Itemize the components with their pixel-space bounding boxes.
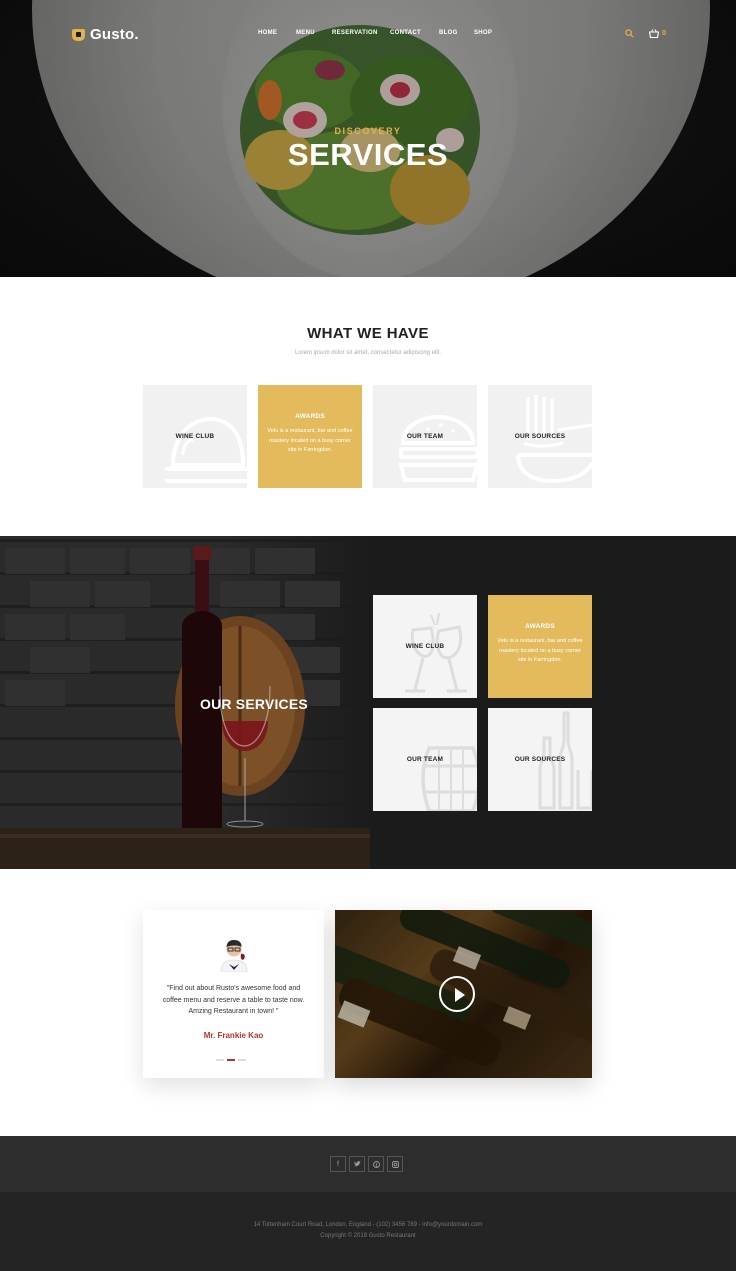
social-links: f (330, 1156, 403, 1172)
card-description: Velu is a restaurant, bar and coffee roa… (267, 428, 353, 453)
card-description: Velu is a restaurant, bar and coffee roa… (497, 638, 583, 663)
wine-scene-image (0, 546, 370, 869)
twitter-icon[interactable] (349, 1156, 365, 1172)
carousel-dots (216, 1059, 246, 1061)
menu-item-menu[interactable]: MENU (296, 30, 315, 36)
testimonial-author: Mr. Frankie Kao (203, 1031, 264, 1040)
logo-text: Gusto. (90, 26, 139, 43)
card-our-team[interactable]: OUR TEAM (373, 385, 477, 488)
pinterest-icon[interactable] (368, 1156, 384, 1172)
top-navigation: Gusto. HOME MENU RESERVATION CONTACT BLO… (0, 24, 736, 46)
footer-copyright: Copyright © 2018 Gusto Restaurant (320, 1233, 416, 1239)
card-awards-dark[interactable]: AWARDS Velu is a restaurant, bar and cof… (488, 595, 592, 698)
play-icon[interactable] (439, 976, 475, 1012)
menu-item-shop[interactable]: SHOP (474, 30, 492, 36)
logo[interactable]: Gusto. (72, 26, 139, 43)
video-player[interactable] (335, 910, 592, 1078)
card-wine-club-dark[interactable]: WINE CLUB (373, 595, 477, 698)
cart-count: 0 (662, 30, 666, 37)
menu-item-contact[interactable]: CONTACT (390, 30, 421, 36)
footer: 14 Tottenham Court Road, London, England… (0, 1192, 736, 1271)
card-our-team-dark[interactable]: OUR TEAM (373, 708, 477, 811)
card-label: OUR SOURCES (514, 756, 566, 763)
hero-title: SERVICES (287, 137, 449, 172)
facebook-icon[interactable]: f (330, 1156, 346, 1172)
card-awards[interactable]: AWARDS Velu is a restaurant, bar and cof… (258, 385, 362, 488)
what-we-have-subtitle: Lorem ipsum dolor sit amet, consectetur … (294, 350, 442, 356)
what-we-have-title: WHAT WE HAVE (307, 325, 429, 342)
instagram-icon[interactable] (387, 1156, 403, 1172)
card-label: OUR TEAM (406, 433, 444, 440)
card-our-sources-dark[interactable]: OUR SOURCES (488, 708, 592, 811)
card-label: OUR TEAM (406, 756, 444, 763)
footer-social-bar: f (0, 1136, 736, 1192)
menu-item-blog[interactable]: BLOG (439, 30, 458, 36)
hero-section: Gusto. HOME MENU RESERVATION CONTACT BLO… (0, 0, 736, 277)
testimonial-card: "Find out about Rusto's awesome food and… (143, 910, 324, 1078)
basket-icon (649, 29, 659, 38)
card-wine-club[interactable]: WINE CLUB (143, 385, 247, 488)
our-services-section (0, 536, 736, 869)
hero-subtitle: DISCOVERY (334, 126, 402, 136)
testimonial-quote: "Find out about Rusto's awesome food and… (162, 985, 305, 1015)
card-label: AWARDS (525, 623, 555, 630)
logo-icon (72, 28, 85, 41)
menu-item-reservation[interactable]: RESERVATION (332, 30, 378, 36)
our-services-title: OUR SERVICES (200, 696, 308, 712)
menu-item-home[interactable]: HOME (258, 30, 277, 36)
card-label: OUR SOURCES (514, 433, 566, 440)
search-icon[interactable] (625, 29, 634, 38)
carousel-dot[interactable] (238, 1059, 246, 1061)
footer-address: 14 Tottenham Court Road, London, England… (253, 1222, 483, 1228)
card-label: AWARDS (295, 413, 325, 420)
card-label: WINE CLUB (405, 643, 445, 650)
carousel-dot-active[interactable] (227, 1059, 235, 1061)
cart-button[interactable]: 0 (649, 29, 666, 38)
card-label: WINE CLUB (175, 433, 215, 440)
carousel-dot[interactable] (216, 1059, 224, 1061)
avatar (220, 940, 248, 972)
card-our-sources[interactable]: OUR SOURCES (488, 385, 592, 488)
